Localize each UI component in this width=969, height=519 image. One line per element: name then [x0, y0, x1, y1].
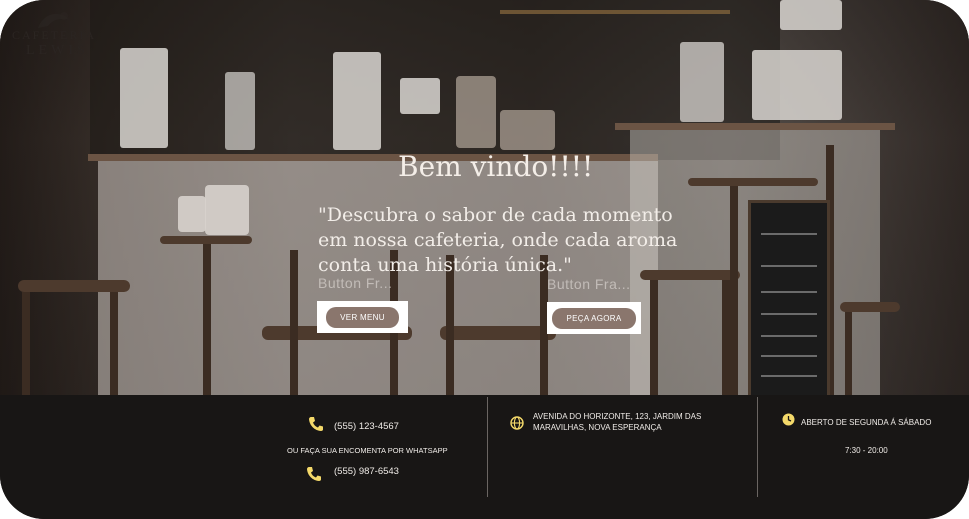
chair-leg-1	[290, 250, 298, 395]
shelf-light	[500, 10, 730, 14]
jar-2	[500, 110, 555, 150]
whatsapp-number[interactable]: (555) 987-6543	[334, 466, 399, 477]
table-left-leg	[203, 244, 211, 395]
globe-icon	[510, 416, 524, 430]
chair-seat-2	[440, 326, 556, 340]
footer-divider	[757, 397, 758, 497]
footer-divider	[487, 397, 488, 497]
phone-icon	[309, 417, 323, 431]
info-footer	[0, 395, 969, 519]
high-table-leg	[730, 186, 738, 395]
menu-chalkboard	[748, 200, 830, 401]
hero-section: CAFETERIA LEWIS Bem vindo!!!! "Descubra …	[0, 0, 969, 401]
order-button-container: PEÇA AGORA	[547, 302, 641, 334]
clock-icon	[782, 413, 795, 426]
pitcher	[225, 72, 255, 150]
brand-line-2: LEWIS	[26, 43, 89, 58]
cup-left	[178, 196, 206, 232]
stool-seat-left	[18, 280, 130, 292]
bar-top-right	[615, 123, 895, 130]
board-line	[761, 313, 817, 315]
hero-title: Bem vindo!!!!	[398, 150, 594, 183]
board-line	[761, 355, 817, 357]
address: AVENIDA DO HORIZONTE, 123, JARDIM DAS MA…	[533, 411, 701, 433]
tagline-line: em nossa cafeteria, onde cada aroma	[318, 229, 678, 251]
menu-button-container: VER MENU	[317, 301, 408, 333]
coffee-machine-left	[120, 48, 168, 148]
address-line: MARAVILHAS, NOVA ESPERANÇA	[533, 423, 662, 432]
stool-seat-far	[840, 302, 900, 312]
kettle	[400, 78, 440, 114]
phone-number[interactable]: (555) 123-4567	[334, 421, 399, 432]
high-table-top	[688, 178, 818, 186]
grinder	[333, 52, 381, 150]
tagline-line: "Descubra o sabor de cada momento	[318, 204, 673, 226]
hero-tagline: "Descubra o sabor de cada momento em nos…	[318, 203, 718, 278]
address-line: AVENIDA DO HORIZONTE, 123, JARDIM DAS	[533, 412, 702, 421]
order-now-button[interactable]: PEÇA AGORA	[552, 307, 636, 329]
ghost-button-label-left: Button Fr...	[318, 275, 393, 291]
page-frame: CAFETERIA LEWIS Bem vindo!!!! "Descubra …	[0, 0, 969, 519]
stool-leg-1	[22, 292, 30, 395]
whatsapp-label: OU FAÇA SUA ENCOMENTA POR WHATSAPP	[287, 446, 448, 455]
jar-1	[456, 76, 496, 148]
board-line	[761, 233, 817, 235]
ghost-button-label-right: Button Fra...	[547, 276, 631, 292]
board-line	[761, 375, 817, 377]
board-line	[761, 291, 817, 293]
stool-right-leg-1	[650, 280, 658, 395]
view-menu-button[interactable]: VER MENU	[326, 306, 399, 328]
table-left-top	[160, 236, 252, 244]
grinder-right	[680, 42, 724, 122]
board-line	[761, 265, 817, 267]
opening-days: ABERTO DE SEGUNDA Á SÁBADO	[801, 418, 932, 427]
whatsapp-phone-icon	[307, 467, 321, 481]
machine-top	[780, 0, 842, 30]
logo-mark-icon	[38, 12, 70, 28]
stool-far-leg	[845, 312, 852, 395]
board-line	[761, 335, 817, 337]
espresso-machine	[752, 50, 842, 120]
brand-logo[interactable]: CAFETERIA LEWIS	[12, 12, 96, 59]
opening-hours: 7:30 - 20:00	[845, 446, 888, 455]
jug	[205, 185, 249, 235]
stool-leg-2	[110, 292, 118, 395]
stool-right-leg-2	[722, 280, 730, 395]
